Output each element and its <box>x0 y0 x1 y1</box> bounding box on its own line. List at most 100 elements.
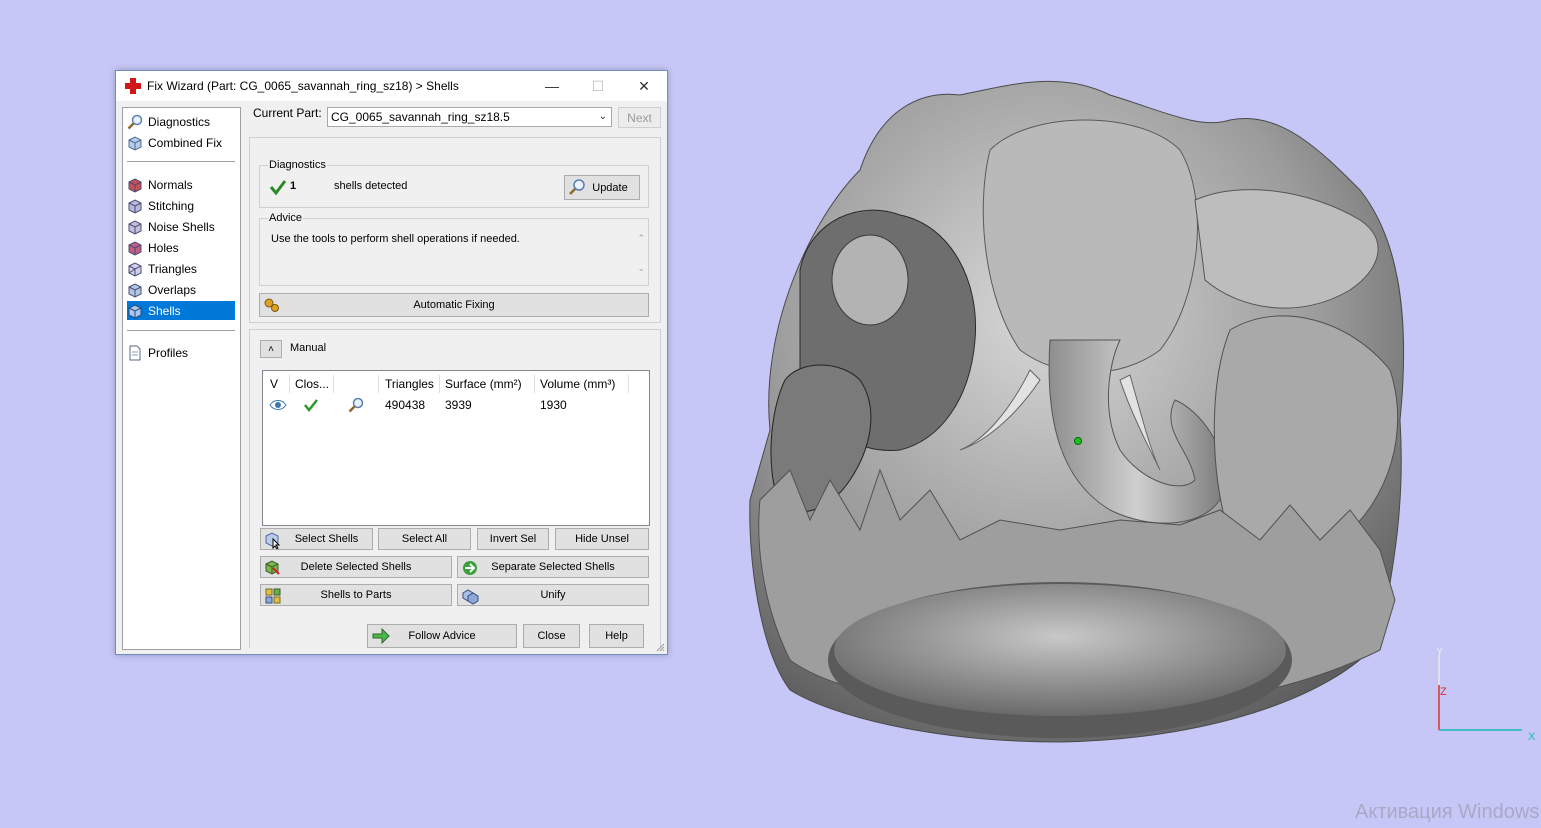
unify-cubes-icon <box>462 589 479 605</box>
shells-table[interactable]: V Clos... Triangles Surface (mm²) Volume… <box>262 370 650 526</box>
nav-item-label: Stitching <box>148 198 195 213</box>
follow-advice-button[interactable]: Follow Advice <box>367 624 517 648</box>
column-divider <box>628 375 629 393</box>
automatic-fixing-button[interactable]: Automatic Fixing <box>259 293 649 317</box>
column-divider <box>439 375 440 393</box>
maximize-icon: ☐ <box>591 77 605 94</box>
scroll-up-icon[interactable]: ⌃ <box>637 233 645 244</box>
selection-point <box>1074 437 1082 445</box>
nav-item-triangles[interactable]: Triangles <box>127 259 235 278</box>
lion-face <box>831 234 909 326</box>
nav-item-label: Shells <box>148 303 181 318</box>
manual-group: ˄ Manual V Clos... Triangles Surface (mm… <box>249 329 661 648</box>
close-icon[interactable]: ✕ <box>621 71 667 101</box>
diagnostics-status: shells detected <box>334 180 408 192</box>
nav-item-noise-shells[interactable]: Noise Shells <box>127 217 235 236</box>
help-button[interactable]: Help <box>589 624 644 648</box>
unify-button[interactable]: Unify <box>457 584 649 606</box>
current-part-select[interactable]: CG_0065_savannah_ring_sz18.5 ⌄ <box>327 107 612 127</box>
unify-label: Unify <box>540 589 566 601</box>
nav-item-label: Combined Fix <box>148 135 223 150</box>
invert-selection-button[interactable]: Invert Sel <box>477 528 549 550</box>
column-divider <box>534 375 535 393</box>
cube-overlaps-icon <box>128 282 142 298</box>
close-button[interactable]: Close <box>523 624 580 648</box>
column-header[interactable]: Surface (mm²) <box>445 377 522 395</box>
shells-to-parts-icon <box>265 588 281 604</box>
hide-unselected-button[interactable]: Hide Unsel <box>555 528 649 550</box>
shells-to-parts-button[interactable]: Shells to Parts <box>260 584 452 606</box>
follow-advice-label: Follow Advice <box>408 630 476 642</box>
shells-main-panel: Current Part: CG_0065_savannah_ring_sz18… <box>249 106 661 648</box>
document-icon <box>129 345 141 360</box>
magnifier-icon[interactable] <box>347 396 365 414</box>
current-part-label: Current Part: <box>253 106 322 120</box>
axis-z-label: Z <box>1440 686 1447 698</box>
check-icon <box>269 180 287 196</box>
update-label: Update <box>592 181 628 194</box>
column-header[interactable]: Clos... <box>295 377 329 395</box>
cube-shells-icon <box>128 303 142 319</box>
column-header[interactable]: Volume (mm³) <box>540 377 615 395</box>
ring-bore-inner <box>834 584 1286 716</box>
nav-item-label: Normals <box>148 177 193 192</box>
nav-item-holes[interactable]: Holes <box>127 238 235 257</box>
separate-selected-label: Separate Selected Shells <box>491 561 615 573</box>
nav-item-overlaps[interactable]: Overlaps <box>127 280 235 299</box>
cube-icon <box>128 135 142 151</box>
cube-stitching-icon <box>128 198 142 214</box>
fix-nav-panel: Diagnostics Combined Fix Normals Stitchi… <box>122 107 241 650</box>
select-all-button[interactable]: Select All <box>378 528 471 550</box>
manual-title: Manual <box>290 342 327 354</box>
update-button[interactable]: Update <box>564 175 640 200</box>
advice-title: Advice <box>268 212 304 224</box>
title-bar[interactable]: Fix Wizard (Part: CG_0065_savannah_ring_… <box>116 71 667 101</box>
axis-x-label: X <box>1528 731 1536 743</box>
nav-item-label: Diagnostics <box>148 114 211 129</box>
cube-holes-icon <box>128 240 142 256</box>
resize-grip-icon[interactable] <box>655 642 665 652</box>
column-divider <box>378 375 379 393</box>
delete-selected-shells-button[interactable]: Delete Selected Shells <box>260 556 452 578</box>
advice-box: ⌃ ⌄ <box>259 218 649 286</box>
red-cross-icon <box>125 78 141 94</box>
nav-divider <box>127 330 235 331</box>
nav-item-label: Noise Shells <box>148 219 215 234</box>
scroll-down-icon[interactable]: ⌄ <box>637 263 645 274</box>
fix-wizard-dialog: Fix Wizard (Part: CG_0065_savannah_ring_… <box>115 70 668 655</box>
column-header[interactable]: V <box>270 377 278 395</box>
select-shells-button[interactable]: Select Shells <box>260 528 373 550</box>
current-part-value: CG_0065_savannah_ring_sz18.5 <box>331 110 510 124</box>
nav-item-profiles[interactable]: Profiles <box>127 343 235 362</box>
check-icon <box>304 399 318 413</box>
nav-item-normals[interactable]: Normals <box>127 175 235 194</box>
delete-selected-label: Delete Selected Shells <box>300 561 412 573</box>
collapse-button[interactable]: ˄ <box>260 340 282 358</box>
axis-triad <box>1438 655 1522 731</box>
nav-item-stitching[interactable]: Stitching <box>127 196 235 215</box>
nav-item-label: Profiles <box>148 345 189 360</box>
magnifier-icon <box>569 179 585 195</box>
nav-item-shells[interactable]: Shells <box>127 301 235 320</box>
dialog-title: Fix Wizard (Part: CG_0065_savannah_ring_… <box>147 79 459 93</box>
nav-item-diagnostics[interactable]: Diagnostics <box>127 112 235 131</box>
nav-item-label: Holes <box>148 240 179 255</box>
separate-selected-shells-button[interactable]: Separate Selected Shells <box>457 556 649 578</box>
advice-text: Use the tools to perform shell operation… <box>271 233 520 245</box>
eye-icon[interactable] <box>269 398 287 412</box>
automatic-fixing-label: Automatic Fixing <box>413 299 495 311</box>
double-chevron-up-icon: ˄ <box>268 343 274 355</box>
cube-noise-icon <box>128 219 142 235</box>
diagnostics-group: Diagnostics 1 shells detected Update ⌃ ⌄… <box>249 137 661 323</box>
minimize-icon[interactable]: — <box>529 71 575 101</box>
nav-item-label: Overlaps <box>148 282 197 297</box>
nav-item-combined-fix[interactable]: Combined Fix <box>127 133 235 152</box>
shell-count: 1 <box>290 180 297 192</box>
column-header[interactable]: Triangles <box>385 377 434 395</box>
magnifier-icon <box>127 114 143 129</box>
delete-cube-icon <box>265 560 280 575</box>
separate-arrow-icon <box>463 561 477 575</box>
elephant-head <box>982 119 1198 373</box>
nav-divider <box>127 161 235 162</box>
nav-item-label: Triangles <box>148 261 197 276</box>
